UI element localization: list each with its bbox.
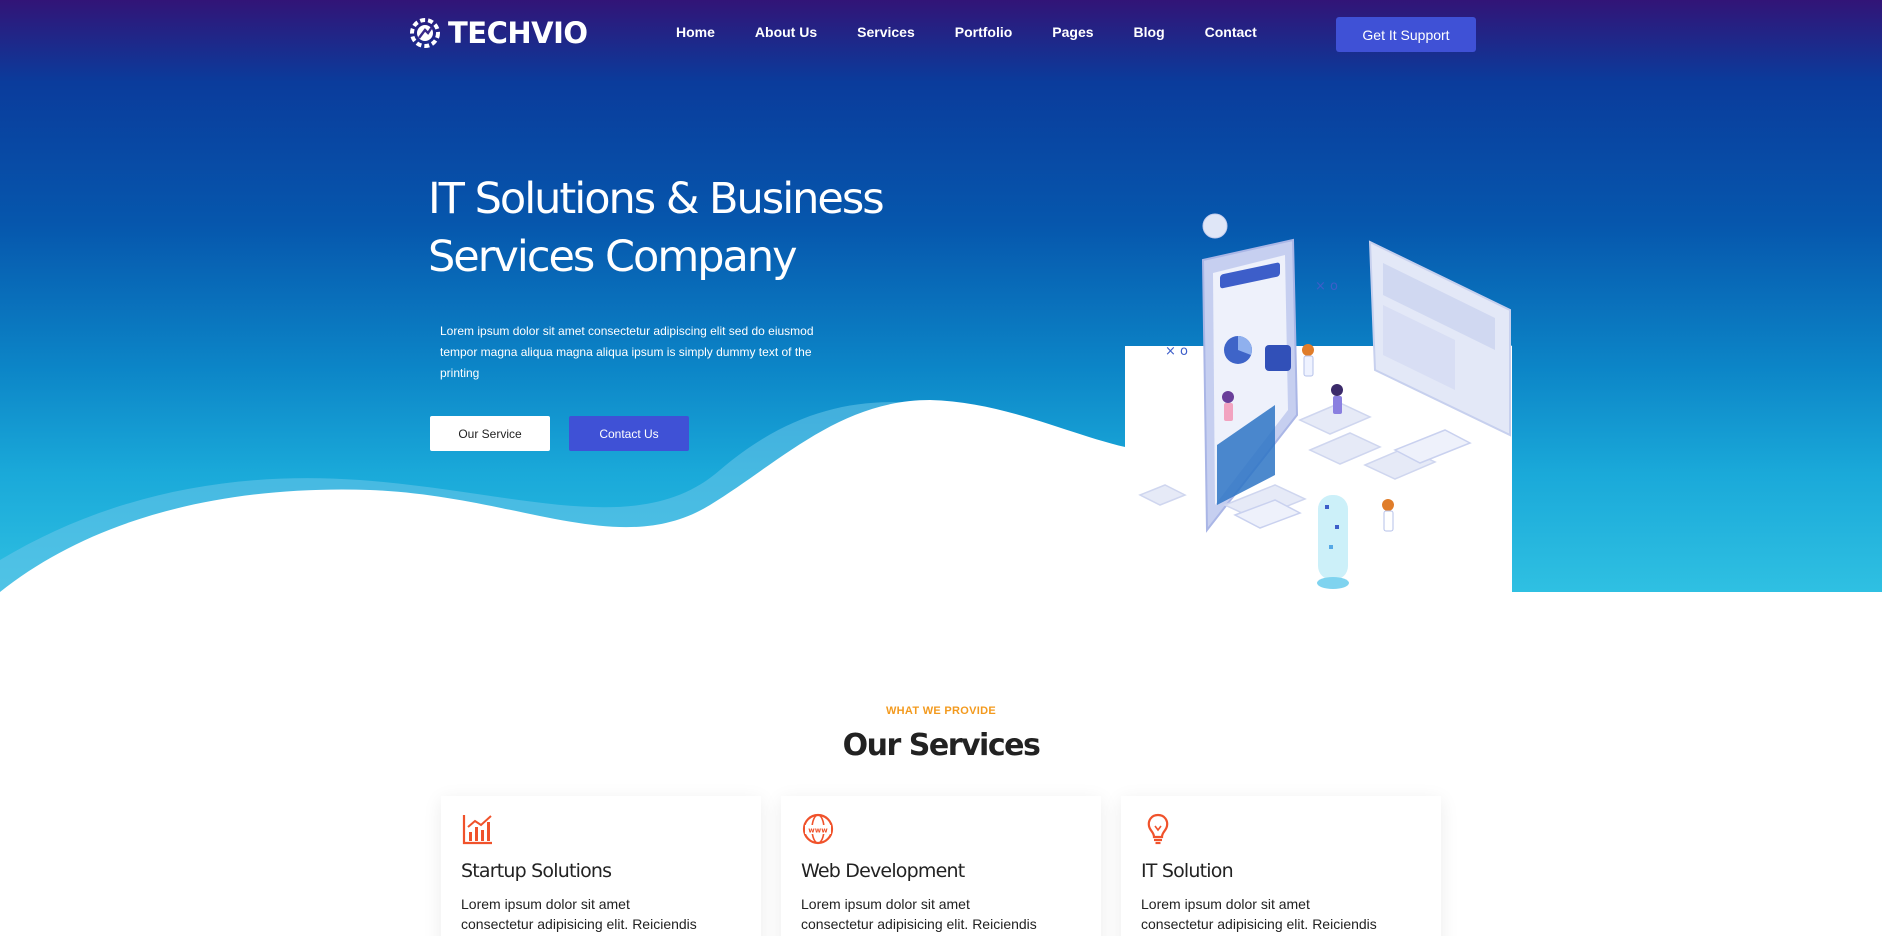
isometric-mobile-app-illustration: × o × o [1138,213,1511,589]
gear-shield-logo-icon [410,18,440,48]
phone-shape [1201,238,1299,533]
card-text: Lorem ipsum dolor sit amet consectetur a… [801,896,1037,932]
section-kicker: WHAT WE PROVIDE [885,705,996,717]
svg-text:× o: × o [1315,279,1338,294]
hero-title-line-2: Services Company [428,232,798,282]
service-card-it-solution[interactable]: IT Solution Lorem ipsum dolor sit amet c… [1121,796,1441,936]
our-service-button[interactable]: Our Service [430,416,550,451]
nav-portfolio[interactable]: Portfolio [955,24,1013,40]
svg-text:× o: × o [1165,344,1188,359]
card-title: Web Development [801,860,965,882]
section-title: Our Services [842,728,1041,763]
nav-home[interactable]: Home [676,24,715,40]
hero-section [0,0,1882,592]
hero-title-line-1: IT Solutions & Business [428,174,885,224]
card-title: IT Solution [1141,860,1234,882]
service-card-web-development[interactable]: www Web Development Lorem ipsum dolor si… [781,796,1101,936]
nav-contact[interactable]: Contact [1205,24,1257,40]
card-text: Lorem ipsum dolor sit amet consectetur a… [1141,896,1377,932]
hero-title: IT Solutions & Business Services Company [428,170,888,286]
service-card-startup[interactable]: Startup Solutions Lorem ipsum dolor sit … [441,796,761,936]
get-it-support-button[interactable]: Get It Support [1336,17,1476,52]
globe-www-icon: www [802,813,834,845]
hero-wave-shape [0,344,1512,592]
lightbulb-icon [1147,813,1169,845]
main-nav: Home About Us Services Portfolio Pages B… [676,24,1297,40]
card-title: Startup Solutions [461,860,612,882]
card-text: Lorem ipsum dolor sit amet consectetur a… [461,896,697,932]
brand-name: TECHVIO [448,16,588,50]
service-cards: Startup Solutions Lorem ipsum dolor sit … [441,796,1441,936]
nav-services[interactable]: Services [857,24,915,40]
chart-growth-icon [462,815,492,845]
nav-about-us[interactable]: About Us [755,24,817,40]
site-header: TECHVIO Home About Us Services Portfolio… [0,0,1882,70]
nav-pages[interactable]: Pages [1052,24,1093,40]
glass-tube-shape [1317,495,1349,589]
contact-us-button[interactable]: Contact Us [569,416,689,451]
nav-blog[interactable]: Blog [1134,24,1165,40]
tablet-shape [1368,240,1511,437]
brand-logo[interactable]: TECHVIO [408,15,588,51]
svg-text:www: www [808,827,828,835]
hero-description: Lorem ipsum dolor sit amet consectetur a… [440,324,814,380]
